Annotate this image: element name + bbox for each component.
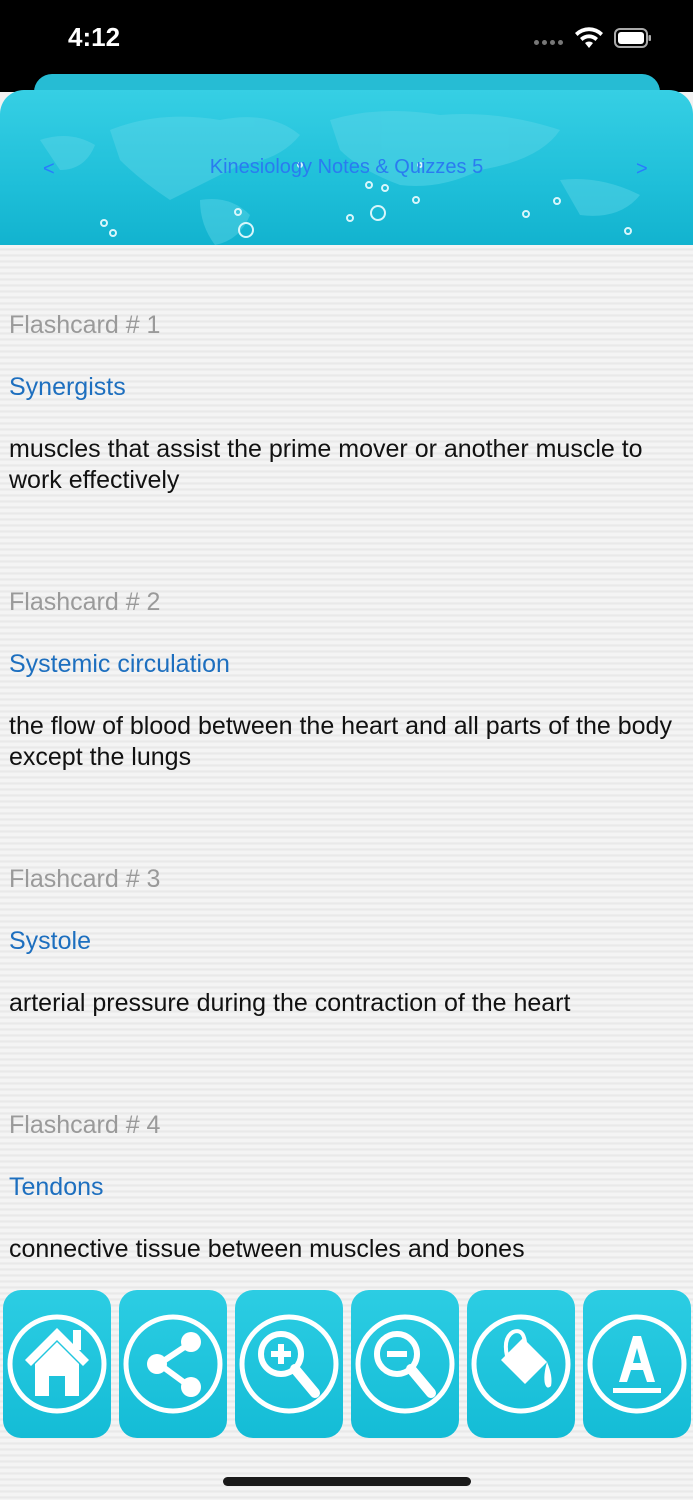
theme-color-button[interactable] (467, 1290, 575, 1438)
flashcard-term: Tendons (9, 1173, 104, 1201)
font-icon (587, 1314, 687, 1414)
flashcard-list: Flashcard # 1 Synergists muscles that as… (9, 310, 679, 1265)
zoom-out-button[interactable] (351, 1290, 459, 1438)
home-indicator[interactable] (223, 1477, 471, 1486)
home-button[interactable] (3, 1290, 111, 1438)
flashcard-definition: the flow of blood between the heart and … (9, 712, 672, 771)
page-title: Kinesiology Notes & Quizzes 5 (209, 156, 484, 178)
share-icon (123, 1314, 223, 1414)
flashcard: Flashcard # 3 Systole arterial pressure … (9, 864, 679, 1110)
flashcard-number: Flashcard # 3 (9, 865, 161, 893)
zoom-out-icon (355, 1314, 455, 1414)
battery-icon (614, 28, 651, 48)
flashcard-definition: connective tissue between muscles and bo… (9, 1235, 525, 1263)
paint-bucket-icon (471, 1314, 571, 1414)
flashcard: Flashcard # 2 Systemic circulation the f… (9, 587, 679, 864)
next-button[interactable]: > (636, 158, 648, 181)
flashcard: Flashcard # 4 Tendons connective tissue … (9, 1110, 679, 1265)
cellular-signal-icon (534, 40, 566, 46)
home-icon (7, 1314, 107, 1414)
zoom-in-button[interactable] (235, 1290, 343, 1438)
share-button[interactable] (119, 1290, 227, 1438)
status-time: 4:12 (68, 22, 121, 52)
flashcard-number: Flashcard # 2 (9, 588, 161, 616)
flashcard-definition: arterial pressure during the contraction… (9, 989, 571, 1017)
flashcard-definition: muscles that assist the prime mover or a… (9, 435, 643, 494)
flashcard-number: Flashcard # 4 (9, 1111, 161, 1139)
bottom-toolbar (0, 1288, 693, 1438)
flashcard: Flashcard # 1 Synergists muscles that as… (9, 310, 679, 587)
flashcard-term: Systemic circulation (9, 650, 230, 678)
flashcard-term: Systole (9, 927, 91, 955)
font-button[interactable] (583, 1290, 691, 1438)
zoom-in-icon (239, 1314, 339, 1414)
flashcard-number: Flashcard # 1 (9, 311, 161, 339)
flashcard-term: Synergists (9, 373, 126, 401)
header-bar: < Kinesiology Notes & Quizzes 5 > (0, 90, 693, 245)
wifi-icon (575, 27, 603, 48)
